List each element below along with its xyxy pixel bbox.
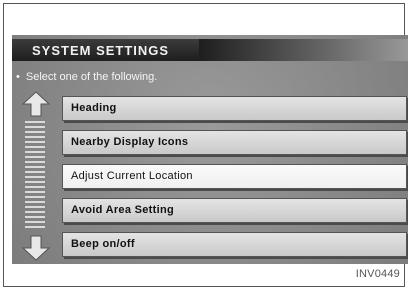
scroll-bar[interactable] xyxy=(21,91,51,261)
menu-item-label: Adjust Current Location xyxy=(71,170,193,182)
figure-code: INV0449 xyxy=(355,268,400,280)
scroll-up-arrow-icon[interactable] xyxy=(21,91,51,117)
menu-item-adjust-current-location[interactable]: Adjust Current Location xyxy=(62,164,407,189)
menu-item-label: Avoid Area Setting xyxy=(71,204,174,216)
title-bar: SYSTEM SETTINGS xyxy=(12,39,408,61)
menu-item-label: Heading xyxy=(71,102,117,114)
bullet-icon: • xyxy=(16,71,20,83)
menu-item-label: Beep on/off xyxy=(71,238,135,250)
menu-item-avoid-area-setting[interactable]: Avoid Area Setting xyxy=(62,198,407,223)
menu-item-heading[interactable]: Heading xyxy=(62,96,407,121)
instruction-label: Select one of the following. xyxy=(25,71,158,83)
page-title: SYSTEM SETTINGS xyxy=(32,43,170,58)
menu-item-label: Nearby Display Icons xyxy=(71,136,189,148)
scroll-down-arrow-icon[interactable] xyxy=(21,235,51,261)
menu-item-nearby-display-icons[interactable]: Nearby Display Icons xyxy=(62,130,407,155)
instruction-text: • Select one of the following. xyxy=(16,71,157,83)
scroll-ticks xyxy=(25,121,45,231)
menu-item-beep-on-off[interactable]: Beep on/off xyxy=(62,232,407,257)
settings-menu: Heading Nearby Display Icons Adjust Curr… xyxy=(62,96,407,266)
figure-frame: SYSTEM SETTINGS • Select one of the follo… xyxy=(3,3,408,287)
title-bar-accent xyxy=(199,39,408,61)
navigation-screen: SYSTEM SETTINGS • Select one of the follo… xyxy=(12,35,408,264)
